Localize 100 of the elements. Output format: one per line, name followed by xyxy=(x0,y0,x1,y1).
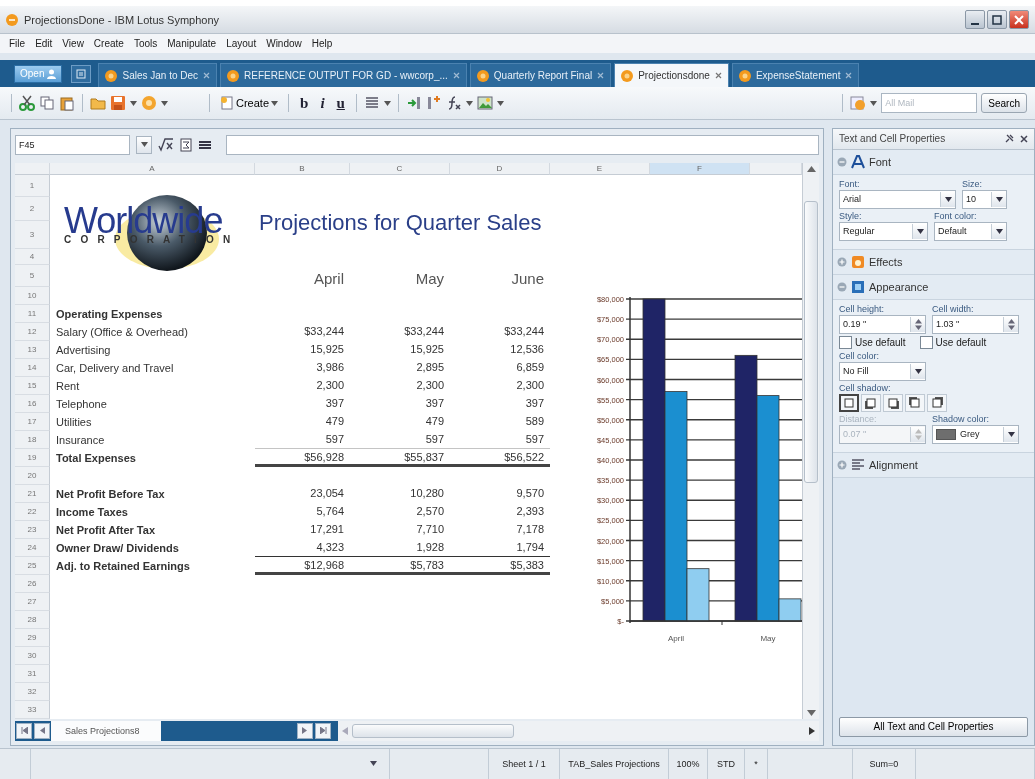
shadow-icon xyxy=(865,396,877,409)
spin-field[interactable]: 1.03 " xyxy=(932,314,1019,334)
expand-icon xyxy=(837,256,847,267)
save-icon[interactable] xyxy=(110,95,126,111)
close-button[interactable] xyxy=(1009,10,1029,30)
checkbox[interactable] xyxy=(839,335,852,349)
collapse-icon xyxy=(837,156,847,167)
section-header[interactable]: Appearance xyxy=(833,274,1034,300)
bold-button[interactable]: b xyxy=(296,94,313,112)
column-header[interactable]: D xyxy=(450,162,550,175)
caret-icon xyxy=(995,228,1003,234)
document-tab[interactable]: Quarterly Report Final xyxy=(469,63,612,88)
create-button[interactable]: Create xyxy=(217,95,282,111)
scroll-right-icon[interactable] xyxy=(809,726,815,735)
sheet-tab[interactable]: Sales Projections8 xyxy=(51,720,161,741)
section-header[interactable]: Alignment xyxy=(833,452,1034,478)
horizontal-scrollbar[interactable] xyxy=(338,720,819,741)
document-icon xyxy=(738,69,751,82)
menu-item[interactable]: Layout xyxy=(221,38,262,50)
folder-icon[interactable] xyxy=(90,95,106,111)
last-sheet-button[interactable] xyxy=(315,722,331,739)
caret-icon xyxy=(496,100,504,106)
menu-item[interactable]: Create xyxy=(88,38,129,50)
previous-sheet-button[interactable] xyxy=(34,722,50,739)
dropdown-button[interactable] xyxy=(136,135,152,154)
caret-icon xyxy=(140,142,148,148)
vertical-scrollbar[interactable] xyxy=(802,162,819,719)
caret-icon xyxy=(995,196,1003,202)
row-number[interactable]: 5 xyxy=(15,264,50,287)
scrollbar-thumb[interactable] xyxy=(352,723,514,738)
person-icon xyxy=(47,68,57,79)
field-label: Distance: xyxy=(839,413,878,424)
document-icon xyxy=(105,69,118,82)
name-box[interactable]: F45 xyxy=(15,134,130,155)
document-tab[interactable]: ExpenseStatement xyxy=(731,63,860,88)
menu-item[interactable]: Help xyxy=(306,38,338,50)
scroll-up-icon[interactable] xyxy=(806,164,816,173)
menu-item[interactable]: Window xyxy=(261,38,307,50)
table-cell-text: 2,570 xyxy=(415,503,445,519)
underline-button[interactable]: u xyxy=(332,94,349,112)
table-cell-text: June xyxy=(510,269,545,287)
document-tab[interactable]: REFERENCE OUTPUT FOR GD - wwcorp_... xyxy=(220,63,467,88)
column-header[interactable]: C xyxy=(350,162,450,175)
shadow-button[interactable] xyxy=(839,393,859,412)
insert-column-icon[interactable] xyxy=(405,95,422,111)
minimize-button[interactable] xyxy=(965,10,985,30)
table-cell-text: Car, Delivery and Travel xyxy=(55,361,175,374)
spin-field[interactable]: 0.19 " xyxy=(839,314,926,334)
caret-icon xyxy=(465,100,473,106)
spin-arrows-icon[interactable] xyxy=(914,318,922,330)
formula-input[interactable] xyxy=(226,134,819,155)
dropdown-field[interactable]: Regular xyxy=(839,221,928,241)
scissors-icon[interactable] xyxy=(19,95,35,111)
pin-icon[interactable] xyxy=(1005,134,1014,144)
menu-item[interactable]: View xyxy=(57,38,89,50)
column-header[interactable]: E xyxy=(550,162,650,175)
checkbox[interactable] xyxy=(919,335,933,349)
home-button[interactable] xyxy=(71,64,92,83)
caret-icon xyxy=(161,100,168,106)
dropdown-field[interactable]: No Fill xyxy=(839,361,926,381)
search-button[interactable]: Search xyxy=(981,93,1027,113)
sum-icon[interactable] xyxy=(180,137,192,152)
dropdown-field[interactable]: Grey xyxy=(932,424,1019,444)
column-header[interactable]: B xyxy=(255,162,350,175)
italic-button[interactable]: i xyxy=(316,94,329,112)
image-icon[interactable] xyxy=(476,95,493,111)
category-label: April xyxy=(668,633,684,643)
menu-item[interactable]: Edit xyxy=(30,38,58,50)
menu-item[interactable]: Tools xyxy=(128,38,163,50)
scrollbar-thumb[interactable] xyxy=(804,200,818,483)
first-sheet-button[interactable] xyxy=(16,722,32,739)
search-field[interactable]: All Mail xyxy=(881,93,978,113)
corner-cell[interactable] xyxy=(15,162,50,175)
copy-icon[interactable] xyxy=(39,95,55,111)
close-icon[interactable] xyxy=(1020,134,1028,143)
dropdown-field[interactable]: 10 xyxy=(962,189,1007,209)
next-sheet-button[interactable] xyxy=(297,722,313,739)
column-header[interactable]: A xyxy=(50,162,255,175)
section-header[interactable]: Font xyxy=(833,149,1034,175)
document-icon xyxy=(476,69,489,82)
dropdown-field[interactable]: Default xyxy=(934,221,1007,241)
spin-arrows-icon[interactable] xyxy=(1007,318,1015,330)
document-tab[interactable]: Sales Jan to Dec xyxy=(98,63,218,88)
section-header[interactable]: Effects xyxy=(833,249,1034,275)
maximize-button[interactable] xyxy=(987,10,1007,30)
dropdown-field[interactable]: Arial xyxy=(839,189,956,209)
table-cell-text: 397 xyxy=(424,395,445,411)
properties-button[interactable]: All Text and Cell Properties xyxy=(839,716,1028,737)
clipboard-icon[interactable] xyxy=(59,95,75,111)
scroll-down-icon[interactable] xyxy=(806,708,816,717)
close-icon[interactable] xyxy=(714,72,722,80)
menu-item[interactable]: File xyxy=(4,38,31,50)
row-number[interactable]: 1 xyxy=(15,174,50,197)
function-wizard-icon[interactable] xyxy=(158,137,174,152)
row-number[interactable]: 3 xyxy=(15,220,50,249)
column-header[interactable]: F xyxy=(650,162,750,175)
menu-item[interactable]: Manipulate xyxy=(162,38,222,50)
align-icon[interactable] xyxy=(363,95,380,111)
row-number[interactable]: 2 xyxy=(15,196,50,221)
document-tab[interactable]: Projectionsdone xyxy=(614,63,729,88)
